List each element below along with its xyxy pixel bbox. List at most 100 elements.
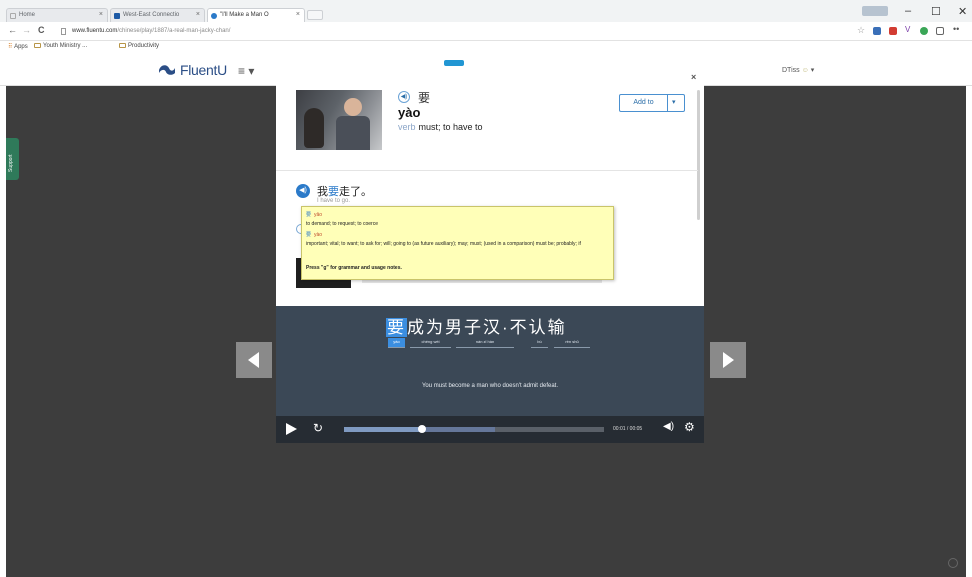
tooltip-hanzi: 要: [306, 232, 312, 238]
volume-icon[interactable]: ◀): [663, 421, 674, 432]
tooltip-pinyin: yāo: [314, 212, 323, 218]
settings-gear-icon[interactable]: ⚙: [684, 420, 695, 434]
reload-button[interactable]: C: [38, 25, 45, 35]
example-post: 走了。: [339, 186, 372, 198]
bookmark-apps[interactable]: ⠿ Apps: [8, 43, 28, 50]
menu-glyph: ≡: [238, 64, 246, 78]
back-button[interactable]: ←: [8, 25, 17, 35]
replay-icon[interactable]: ↻: [313, 421, 323, 435]
tooltip-entry-header: 要 yāo: [306, 211, 322, 218]
avatar: ☺: [801, 67, 809, 74]
browser-tab-fluentu[interactable]: "I'll Make a Man O ×: [207, 8, 305, 22]
help-icon[interactable]: [948, 558, 958, 568]
tooltip-hint: Press "g" for grammar and usage notes.: [306, 265, 402, 271]
user-name: DTiss: [782, 67, 800, 74]
close-icon[interactable]: ×: [196, 11, 200, 18]
modal-scrollbar[interactable]: [697, 90, 700, 220]
example-text: [362, 280, 602, 283]
arrow-left-icon: [248, 352, 259, 368]
thumbnail-figure: [336, 116, 370, 150]
browser-tab-westeast[interactable]: West-East Connectio ×: [110, 8, 205, 22]
bookmark-label: Productivity: [128, 43, 160, 50]
example-highlight[interactable]: 要: [328, 186, 339, 198]
tooltip-entry-header: 要 yào: [306, 231, 322, 238]
subtitle-pinyin[interactable]: chéng wéi: [410, 338, 451, 348]
extension-v-icon[interactable]: V: [905, 25, 913, 34]
forward-button[interactable]: →: [22, 25, 31, 35]
subtitle-pinyin[interactable]: nán zǐ hàn: [456, 338, 514, 348]
previous-button[interactable]: [236, 342, 272, 378]
subtitle-rest[interactable]: 成为男子汉·不认输: [407, 318, 567, 337]
tab-label: West-East Connectio: [123, 12, 180, 18]
tooltip-definition: important; vital; to want; to ask for; w…: [306, 241, 581, 247]
audio-speaker-icon[interactable]: ◀): [398, 91, 410, 103]
modal-handle[interactable]: [444, 60, 464, 66]
add-to-label: Add to: [620, 95, 668, 111]
progress-handle[interactable]: [418, 425, 426, 433]
dictionary-tooltip: 要 yāo to demand; to request; to coerce 要y…: [301, 206, 614, 280]
subtitle-highlight-word[interactable]: 要: [386, 318, 407, 337]
part-of-speech: verb: [398, 122, 416, 132]
screen: Home × West-East Connectio × "I'll Make …: [0, 0, 972, 577]
support-label: Support: [8, 154, 14, 172]
minimize-button[interactable]: –: [905, 5, 911, 17]
word-definition: verb must; to have to: [398, 122, 483, 132]
new-tab-button[interactable]: [307, 10, 323, 20]
tooltip-hanzi: 要: [306, 212, 312, 218]
thumbnail-figure: [304, 108, 324, 148]
user-menu[interactable]: DTiss ☺ ▾: [782, 66, 814, 74]
next-button[interactable]: [710, 342, 746, 378]
word-hanzi: 要: [418, 91, 431, 105]
address-bar-row: ← → C www.fluentu.com/chinese/play/1887/…: [0, 22, 972, 41]
subtitle-english: You must become a man who doesn't admit …: [421, 383, 558, 389]
folder-icon: [34, 43, 41, 48]
subtitle-pinyin[interactable]: yào: [388, 338, 405, 348]
arrow-right-icon: [723, 352, 734, 368]
tab-label: "I'll Make a Man O: [220, 12, 269, 18]
play-icon[interactable]: [286, 423, 297, 435]
tooltip-pinyin: yào: [314, 232, 323, 238]
time-display: 00:01 / 00:05: [613, 426, 643, 432]
close-modal-button[interactable]: ×: [691, 72, 696, 82]
extension-icon[interactable]: [920, 27, 928, 35]
bookmark-label: Youth Ministry ...: [43, 43, 88, 50]
add-to-button[interactable]: Add to ▾: [619, 94, 685, 112]
extension-icon[interactable]: [889, 27, 897, 35]
close-window-button[interactable]: ✕: [958, 5, 967, 18]
more-icon[interactable]: ••: [953, 24, 959, 34]
progress-played: [344, 427, 422, 432]
example-sentence: 我要走了。: [317, 183, 372, 199]
example-audio-icon[interactable]: ◀): [296, 184, 310, 198]
thumbnail-face: [344, 98, 362, 116]
bookmarks-bar: ⠿ Apps Youth Ministry ... Productivity: [0, 41, 972, 54]
subtitle-hanzi: 要成为男子汉·不认输: [386, 313, 567, 338]
bookmark-youth-ministry[interactable]: Youth Ministry ...: [34, 43, 87, 49]
fluentu-icon: [211, 13, 217, 19]
url-path: /chinese/play/1887/a-real-man-jacky-chan…: [117, 28, 231, 34]
browser-tab-home[interactable]: Home ×: [6, 8, 108, 22]
tooltip-definition: to demand; to request; to coerce: [306, 221, 378, 227]
close-icon[interactable]: ×: [99, 11, 103, 18]
star-icon[interactable]: ☆: [857, 25, 865, 36]
folder-icon: [119, 43, 126, 48]
close-icon[interactable]: ×: [296, 11, 300, 18]
bookmark-label: Apps: [14, 44, 28, 50]
chevron-down-icon[interactable]: ▾: [672, 98, 676, 106]
subtitle-pinyin[interactable]: bù: [531, 338, 548, 348]
apps-icon: ⠿: [8, 44, 13, 50]
url-input[interactable]: www.fluentu.com/chinese/play/1887/a-real…: [58, 25, 848, 38]
maximize-button[interactable]: ☐: [931, 5, 941, 18]
site-logo[interactable]: FluentU: [180, 62, 227, 78]
url-host: www.fluentu.com: [72, 28, 118, 34]
hamburger-menu-icon[interactable]: ≡ ▾: [238, 64, 254, 78]
extension-icon[interactable]: [873, 27, 881, 35]
tab-label: Home: [19, 12, 36, 18]
support-tab[interactable]: Support: [6, 138, 19, 180]
bookmark-productivity[interactable]: Productivity: [119, 43, 159, 49]
word-video-thumbnail[interactable]: [296, 90, 382, 150]
site-icon: [114, 13, 120, 19]
cast-icon[interactable]: [936, 27, 944, 35]
page-icon: [10, 13, 16, 19]
profile-button[interactable]: [862, 6, 888, 16]
subtitle-pinyin[interactable]: rèn shū: [554, 338, 590, 348]
